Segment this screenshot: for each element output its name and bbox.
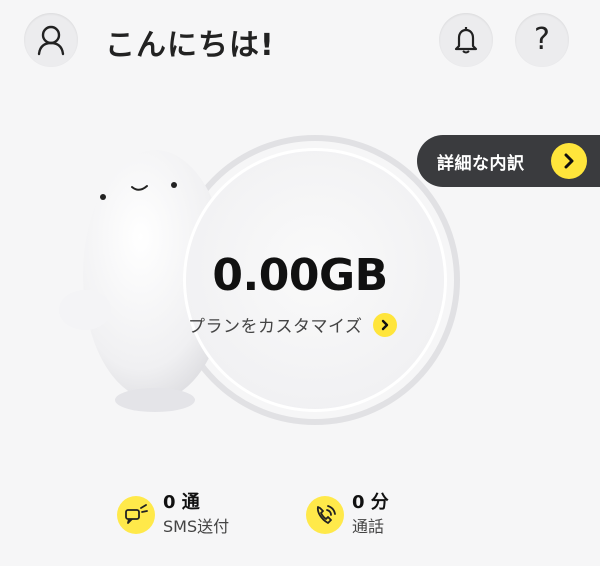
- help-icon: ?: [534, 22, 550, 57]
- profile-icon: [37, 25, 65, 56]
- call-label: 通話: [352, 517, 385, 536]
- call-stat: 0 分 通話: [306, 492, 389, 538]
- sms-count: 0 通: [163, 492, 200, 513]
- chevron-right-icon: [372, 312, 397, 337]
- profile-button[interactable]: [24, 13, 78, 67]
- phone-icon: [306, 496, 344, 534]
- details-breakdown-button[interactable]: 詳細な内訳: [417, 135, 600, 187]
- bell-icon: [454, 27, 478, 54]
- details-label: 詳細な内訳: [437, 153, 525, 174]
- header: こんにちは! ?: [0, 0, 600, 80]
- sms-icon: [117, 496, 155, 534]
- data-usage-amount: 0.00GB: [212, 250, 388, 301]
- sms-label: SMS送付: [163, 517, 230, 536]
- greeting-title: こんにちは!: [105, 28, 275, 63]
- call-minutes: 0 分: [352, 492, 389, 513]
- notifications-button[interactable]: [439, 13, 493, 67]
- sms-stat: 0 通 SMS送付: [117, 492, 229, 538]
- chevron-right-icon: [551, 143, 587, 179]
- help-button[interactable]: ?: [515, 13, 569, 67]
- customize-plan-link[interactable]: プランをカスタマイズ: [188, 312, 397, 337]
- customize-plan-label: プランをカスタマイズ: [188, 317, 363, 337]
